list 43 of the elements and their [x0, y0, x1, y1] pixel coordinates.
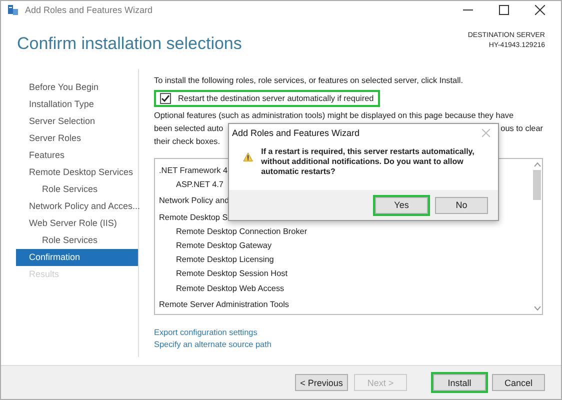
feature-name: Remote Desktop Connection Broker: [175, 226, 308, 238]
feature-name: Remote Desktop Licensing: [175, 254, 274, 266]
footer-button[interactable]: < Previous: [295, 374, 348, 391]
note-text: ous to clear: [500, 123, 543, 135]
footer-button[interactable]: Install: [433, 374, 486, 391]
nav-item[interactable]: Role Services: [16, 232, 138, 249]
dialog-button[interactable]: Yes: [375, 196, 428, 214]
nav-item[interactable]: Features: [16, 147, 138, 164]
nav-item[interactable]: Before You Begin: [16, 79, 138, 96]
close-icon[interactable]: [535, 5, 545, 15]
server-icon: [7, 4, 19, 16]
scrollbar-thumb[interactable]: [533, 170, 541, 200]
nav-item[interactable]: Network Policy and Acces...: [16, 198, 138, 215]
maximize-icon[interactable]: [499, 5, 509, 15]
footer-button[interactable]: Cancel: [492, 374, 545, 391]
scroll-up-icon[interactable]: [534, 162, 540, 167]
nav-item[interactable]: Role Services: [16, 181, 138, 198]
feature-name: Remote Desktop Session Host: [175, 268, 288, 280]
note-text: been selected auto: [154, 123, 224, 135]
window-title: Add Roles and Features Wizard: [25, 5, 153, 15]
restart-checkbox[interactable]: Restart the destination server automatically if required: [154, 90, 380, 107]
dialog-title: Add Roles and Features Wizard: [232, 128, 360, 138]
checkbox[interactable]: [160, 93, 171, 104]
feature-name: Remote Server Administration Tools: [158, 298, 289, 311]
nav-item[interactable]: Web Server Role (IIS): [16, 215, 138, 232]
nav-item[interactable]: Installation Type: [16, 96, 138, 113]
note-text: their check boxes.: [154, 136, 220, 148]
page-title: Confirm installation selections: [17, 34, 242, 54]
link[interactable]: Specify an alternate source path: [154, 339, 272, 351]
feature-name: Remote Desktop S: [158, 212, 228, 224]
nav-item[interactable]: Server Selection: [16, 113, 138, 130]
dialog-message: If a restart is required, this server restarts automatically, without additional notifications. Do you want to allow automatic restarts?: [261, 147, 476, 177]
nav-item[interactable]: Confirmation: [16, 249, 138, 266]
dialog-button[interactable]: No: [435, 196, 488, 214]
link[interactable]: Export configuration settings: [154, 327, 258, 339]
scroll-down-icon[interactable]: [534, 306, 540, 311]
feature-name: Remote Desktop Web Access: [175, 282, 284, 295]
feature-name: Remote Desktop Gateway: [175, 240, 272, 252]
feature-name: ASP.NET 4.7: [175, 179, 224, 192]
intro-text: To install the following roles, role services, or features on selected server, click Install.: [154, 75, 464, 86]
note-text: Optional features (such as administration tools) might be displayed on this page because they have: [154, 110, 514, 122]
nav-item[interactable]: Remote Desktop Services: [16, 164, 138, 181]
nav-item[interactable]: Server Roles: [16, 130, 138, 147]
